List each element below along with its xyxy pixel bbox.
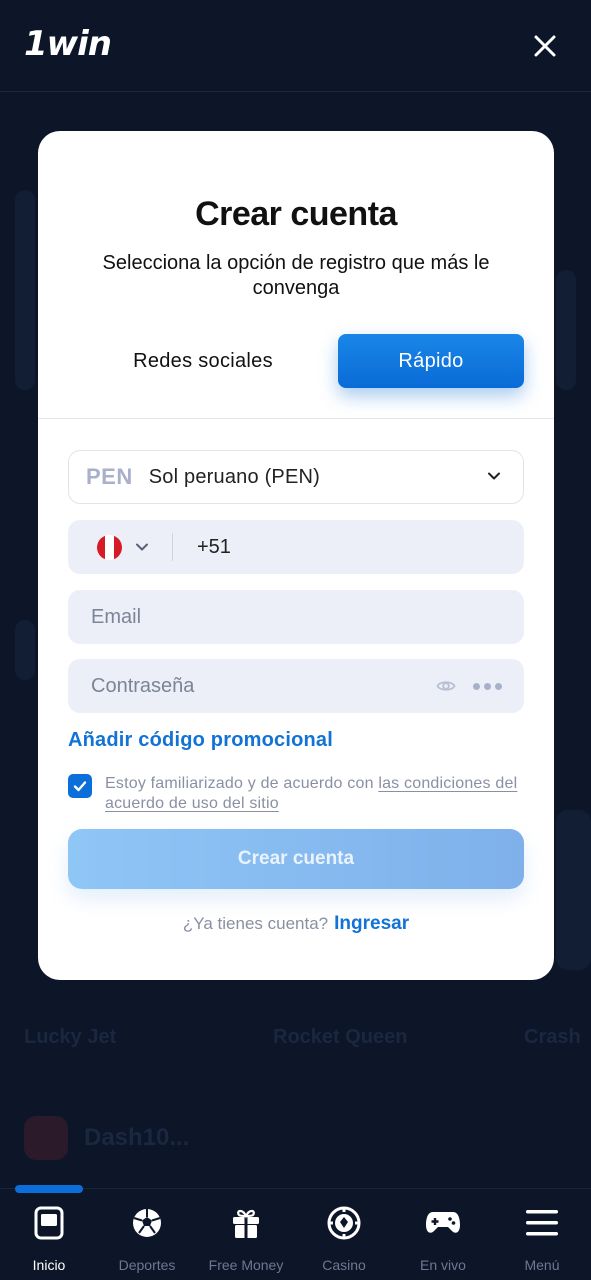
tab-social-networks[interactable]: Redes sociales — [68, 334, 338, 388]
currency-select[interactable]: PEN Sol peruano (PEN) — [68, 450, 524, 504]
background-card — [556, 270, 576, 390]
registration-modal: Crear cuenta Selecciona la opción de reg… — [38, 131, 554, 980]
email-field[interactable] — [68, 590, 524, 644]
email-field-wrapper — [68, 590, 524, 644]
hamburger-menu-icon — [526, 1210, 558, 1236]
currency-code: PEN — [86, 464, 133, 489]
background-card — [15, 620, 35, 680]
close-button[interactable] — [527, 28, 563, 64]
nav-item-inicio[interactable]: Inicio — [0, 1205, 98, 1273]
password-generator-icon[interactable] — [473, 683, 502, 690]
close-icon — [534, 35, 556, 57]
terms-text: Estoy familiarizado y de acuerdo con las… — [105, 774, 525, 814]
background-row-label: Dash10... — [84, 1124, 190, 1151]
soccer-ball-icon — [133, 1209, 161, 1237]
nav-item-free-money[interactable]: Free Money — [197, 1205, 295, 1273]
divider — [38, 418, 554, 419]
nav-item-menu[interactable]: Menú — [493, 1205, 591, 1273]
peru-flag-icon — [97, 534, 122, 560]
tab-fast[interactable]: Rápido — [338, 334, 524, 388]
nav-label: Free Money — [208, 1257, 284, 1273]
terms-checkbox[interactable] — [68, 774, 92, 798]
gift-icon — [233, 1209, 259, 1238]
nav-item-casino[interactable]: Casino — [295, 1205, 393, 1273]
login-prompt: ¿Ya tienes cuenta? — [182, 914, 329, 933]
login-row: ¿Ya tienes cuenta? Ingresar — [38, 913, 554, 935]
home-icon — [34, 1206, 64, 1240]
nav-label: En vivo — [420, 1257, 466, 1273]
app-header: 1win — [0, 0, 591, 92]
terms-label: Estoy familiarizado y de acuerdo con — [105, 775, 379, 792]
nav-item-deportes[interactable]: Deportes — [98, 1205, 196, 1273]
background-card — [556, 810, 591, 970]
eye-icon[interactable] — [436, 676, 456, 696]
nav-item-en-vivo[interactable]: En vivo — [394, 1205, 492, 1273]
chevron-down-icon — [488, 472, 500, 480]
nav-label: Deportes — [118, 1257, 176, 1273]
active-tab-indicator — [15, 1185, 83, 1193]
modal-title: Crear cuenta — [195, 195, 397, 233]
phone-field — [68, 520, 524, 574]
background-card — [15, 190, 35, 390]
background-game-title: Lucky Jet — [24, 1026, 117, 1048]
background-game-title: Crash — [524, 1026, 581, 1048]
casino-chip-icon — [327, 1206, 361, 1240]
gamepad-icon — [426, 1212, 460, 1233]
login-link[interactable]: Ingresar — [334, 913, 409, 934]
create-account-button[interactable]: Crear cuenta — [68, 829, 524, 889]
bottom-nav: Inicio Deportes Free Money Casino En viv… — [0, 1185, 591, 1280]
password-field-wrapper — [68, 659, 524, 713]
background-row-icon — [24, 1116, 68, 1160]
add-promo-code-link[interactable]: Añadir código promocional — [68, 729, 333, 752]
checkmark-icon — [73, 781, 87, 792]
background-game-title: Rocket Queen — [273, 1026, 408, 1048]
nav-label: Inicio — [32, 1257, 66, 1273]
country-code-picker[interactable] — [68, 520, 172, 574]
chevron-down-icon — [136, 543, 148, 551]
nav-label: Casino — [322, 1257, 366, 1273]
currency-name: Sol peruano (PEN) — [148, 465, 321, 488]
logo[interactable]: 1win — [24, 24, 112, 64]
phone-input[interactable] — [173, 520, 524, 574]
nav-label: Menú — [524, 1257, 560, 1273]
modal-subtitle: Selecciona la opción de registro que más… — [102, 252, 490, 299]
